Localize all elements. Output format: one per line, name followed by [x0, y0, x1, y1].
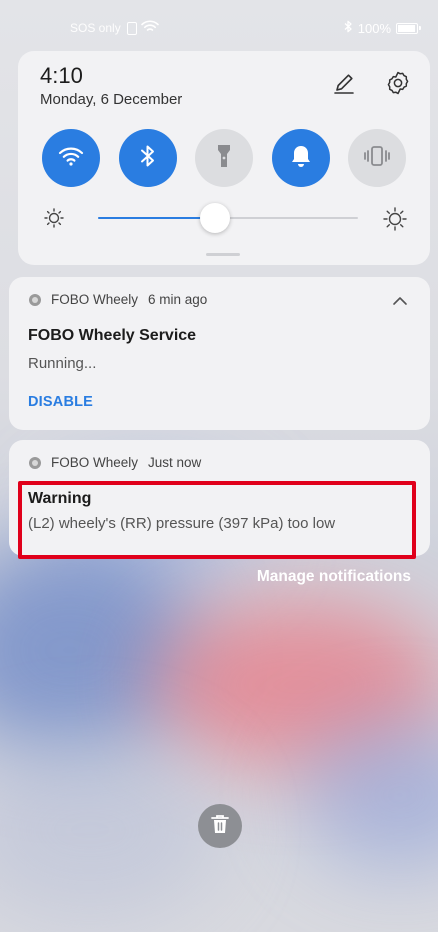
clear-all-button[interactable] [198, 804, 242, 848]
app-icon [29, 456, 41, 469]
panel-expand-handle[interactable] [206, 253, 240, 256]
flashlight-icon [217, 143, 231, 174]
brightness-slider-row [42, 201, 407, 235]
sim-icon [126, 21, 137, 35]
notification-time: 6 min ago [148, 292, 208, 307]
chevron-up-icon[interactable] [392, 293, 408, 305]
bluetooth-icon [140, 144, 156, 173]
disable-button[interactable]: DISABLE [28, 394, 93, 410]
brightness-low-icon [42, 206, 66, 230]
manage-notifications-link[interactable]: Manage notifications [257, 568, 411, 586]
notification-body: Running... [28, 355, 97, 372]
clock-date: Monday, 6 December [40, 91, 183, 108]
wifi-toggle[interactable] [42, 129, 100, 187]
app-icon [29, 293, 41, 306]
flashlight-toggle[interactable] [195, 129, 253, 187]
vibrate-toggle[interactable] [348, 129, 406, 187]
notification-card-warning[interactable]: FOBO Wheely Just now Warning (L2) wheely… [9, 440, 430, 556]
notification-title: FOBO Wheely Service [28, 327, 197, 344]
bluetooth-status-icon [344, 20, 353, 36]
notification-time: Just now [148, 455, 202, 470]
wifi-icon [58, 145, 84, 172]
notification-app-name: FOBO Wheely [51, 292, 139, 307]
clock-time: 4:10 [40, 63, 83, 88]
brightness-slider-thumb[interactable] [200, 203, 230, 233]
sound-toggle[interactable] [271, 129, 330, 187]
bluetooth-toggle[interactable] [118, 129, 177, 187]
brightness-high-icon [382, 206, 407, 231]
bell-icon [290, 144, 312, 173]
battery-icon [396, 22, 421, 34]
notification-card-service[interactable]: FOBO Wheely 6 min ago FOBO Wheely Servic… [9, 277, 430, 430]
notification-body: (L2) wheely's (RR) pressure (397 kPa) to… [28, 515, 336, 532]
status-bar: SOS only 100% [0, 0, 438, 40]
vibrate-icon [362, 144, 392, 173]
settings-gear-icon[interactable] [384, 69, 412, 97]
quick-settings-panel: 4:10 Monday, 6 December [18, 51, 430, 265]
wifi-status-icon [140, 20, 159, 36]
battery-percent: 100% [357, 20, 391, 36]
notification-app-name: FOBO Wheely [51, 455, 139, 470]
trash-icon [210, 813, 230, 840]
carrier-text: SOS only [70, 21, 121, 35]
notification-title: Warning [28, 490, 92, 507]
edit-icon[interactable] [330, 69, 358, 97]
